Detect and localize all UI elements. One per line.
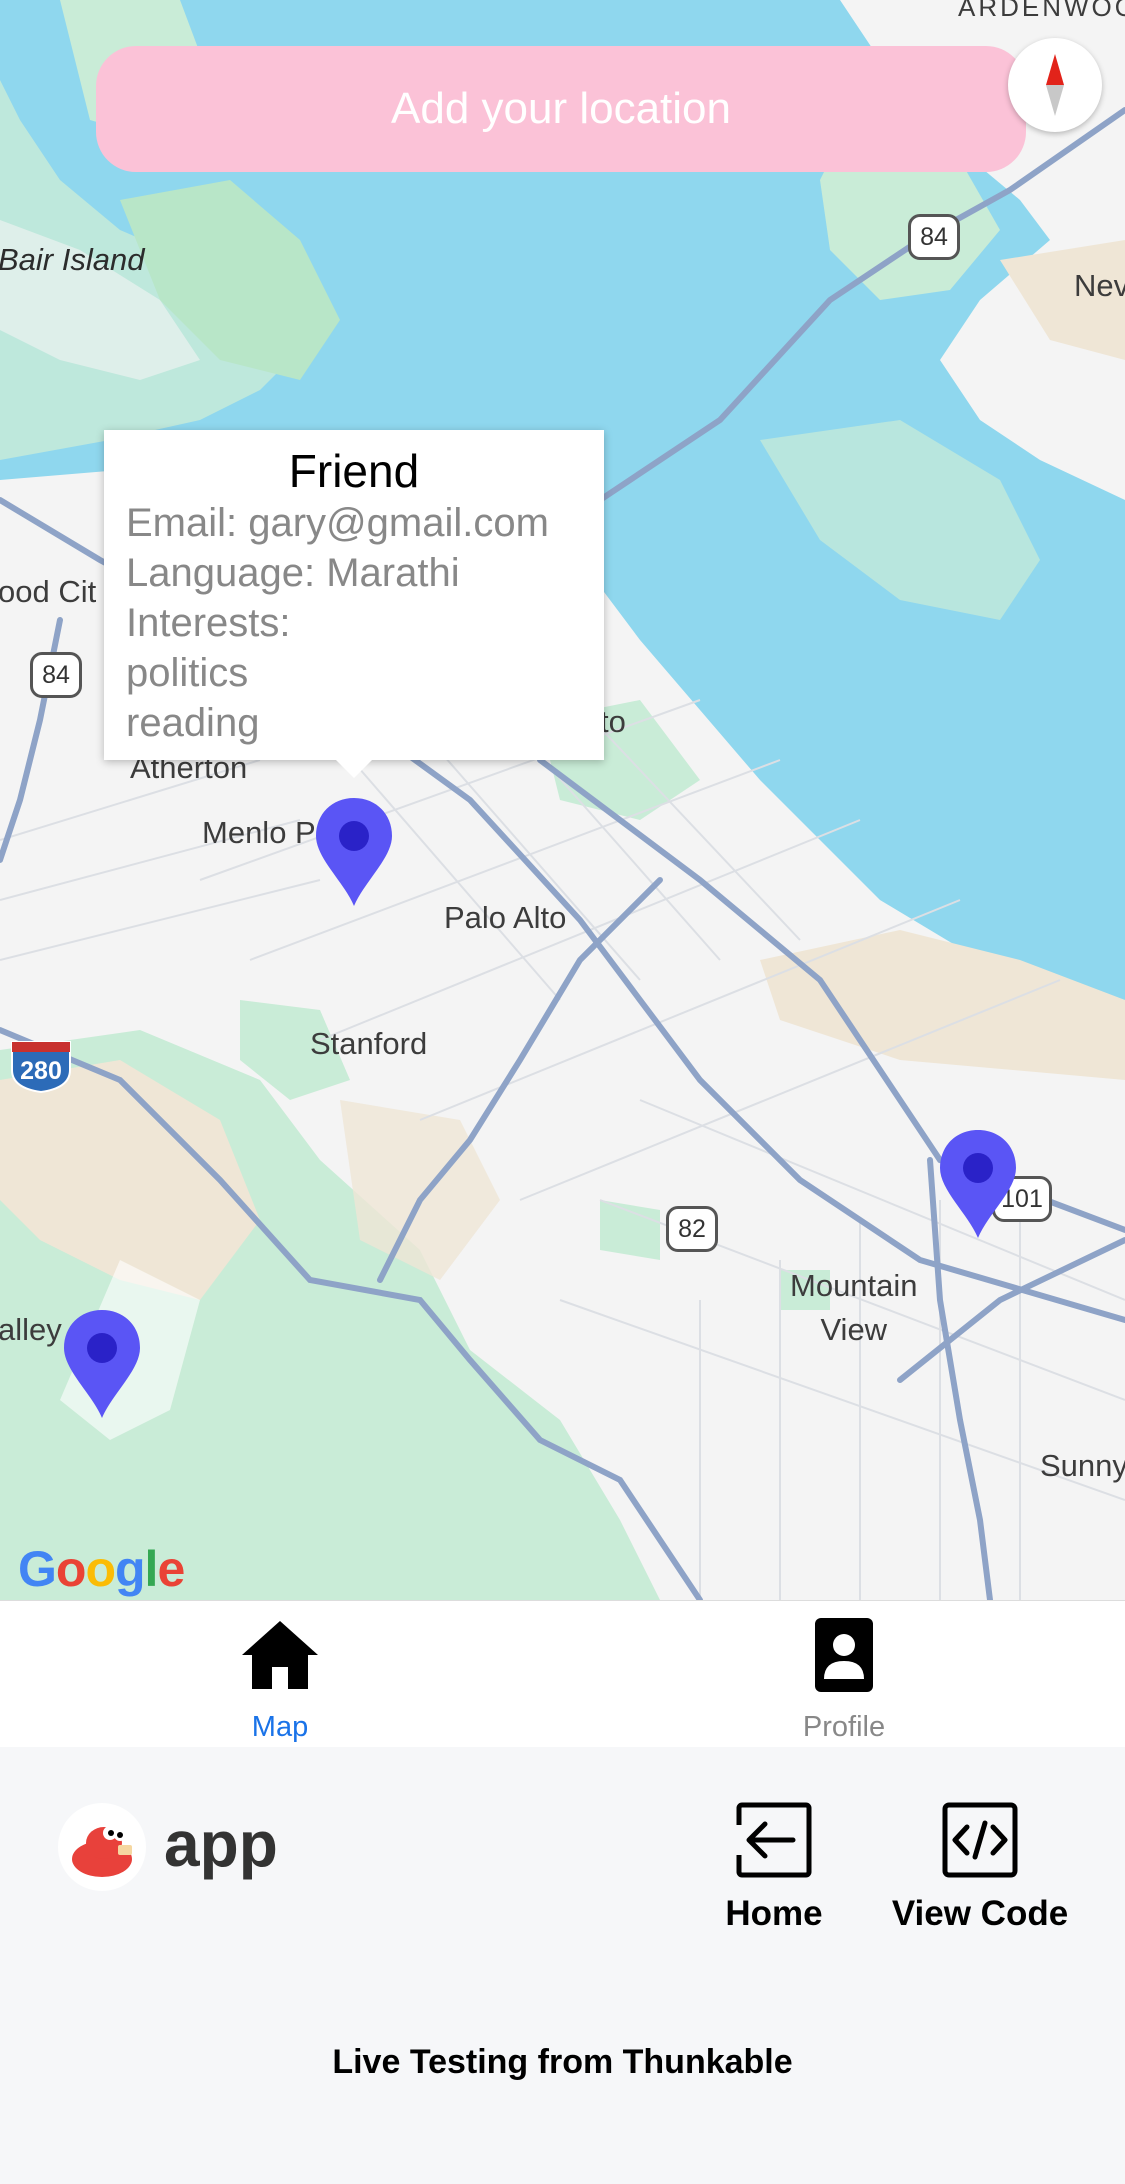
thunkable-mascot-icon (59, 1804, 145, 1890)
route-84-shield: 84 (908, 214, 960, 260)
map-label-mountain-view: Mountain View (790, 1268, 918, 1347)
tab-map-label: Map (251, 1711, 309, 1743)
interstate-280-shield: 280 (10, 1040, 72, 1094)
callout-language: Language: Marathi (126, 551, 460, 595)
home-button[interactable]: Home (718, 1801, 830, 1934)
app-name: app (164, 1808, 278, 1880)
home-button-label: Home (725, 1894, 823, 1933)
map-label-sunnyvale: Sunny (1040, 1448, 1125, 1483)
callout-email: Email: gary@gmail.com (126, 501, 549, 545)
callout-interest-item: politics (126, 651, 249, 695)
map-label-bair-island: Bair Island (0, 242, 145, 277)
view-code-button[interactable]: View Code (880, 1801, 1080, 1934)
map-view[interactable]: ARDENWOO Bair Island Nev ood Cit Atherto… (0, 0, 1125, 1600)
callout-interest-item: reading (126, 701, 260, 745)
tab-profile-label: Profile (802, 1711, 886, 1743)
live-testing-panel: app Home View Code Live Testing from Thu… (0, 1747, 1125, 2184)
code-icon (942, 1802, 1018, 1878)
map-label-redwood-city: ood Cit (0, 574, 97, 609)
map-label-stanford: Stanford (310, 1026, 428, 1061)
tab-profile[interactable]: Profile (744, 1601, 944, 1747)
callout-title: Friend (288, 445, 420, 497)
map-label-los-altos-hills: alley (0, 1312, 62, 1347)
bottom-tab-bar: Map Profile (0, 1600, 1125, 1748)
interstate-280-label: 280 (20, 1057, 62, 1085)
callout-interests-label: Interests: (126, 601, 291, 645)
map-label-palo-alto: Palo Alto (444, 900, 567, 935)
map-label-menlo-park: Menlo P (202, 815, 316, 850)
profile-icon (815, 1618, 873, 1692)
home-icon (242, 1621, 318, 1689)
app-icon (58, 1803, 146, 1891)
tab-map[interactable]: Map (180, 1601, 380, 1747)
route-82-shield: 82 (666, 1206, 718, 1252)
exit-arrow-icon (735, 1802, 812, 1878)
add-location-button[interactable]: Add your location (96, 46, 1026, 172)
live-testing-label: Live Testing from Thunkable (332, 2043, 793, 2081)
friend-pin-los-altos-hills[interactable] (62, 1308, 142, 1420)
view-code-button-label: View Code (891, 1894, 1069, 1933)
friend-pin-mountain-view[interactable] (938, 1128, 1018, 1240)
route-84-shield-west: 84 (30, 652, 82, 698)
google-logo: Google (18, 1541, 185, 1597)
map-label-ardenwood: ARDENWOO (958, 0, 1125, 22)
compass-icon (1046, 54, 1064, 116)
compass-button[interactable] (1008, 38, 1102, 132)
map-label-newark: Nev (1074, 268, 1125, 303)
friend-callout[interactable]: Friend Email: gary@gmail.com Language: M… (104, 430, 604, 778)
friend-pin-menlo-park[interactable] (314, 796, 394, 908)
